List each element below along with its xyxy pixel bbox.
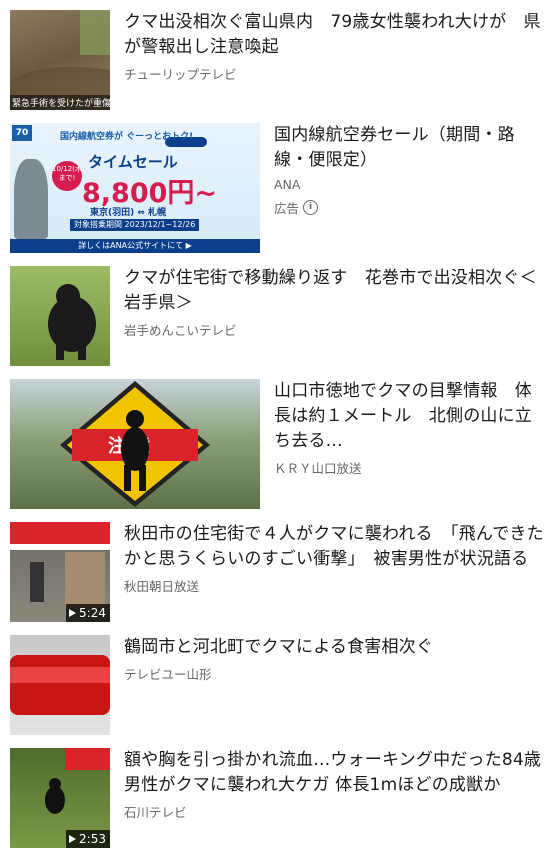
news-source: 岩手めんこいテレビ [124, 323, 237, 338]
info-icon[interactable]: i [303, 200, 319, 215]
video-duration: 2:53 [66, 830, 110, 848]
video-thumbnail[interactable]: 5:24 [10, 522, 110, 622]
ad-date-badge: 10/12(木)まで! [52, 161, 85, 191]
news-source: 石川テレビ [124, 805, 187, 820]
news-title[interactable]: 山口市徳地でクマの目撃情報 体長は約１メートル 北側の山に立ち去る… [274, 379, 548, 454]
ad-title[interactable]: 国内線航空券セール（期間・路線・便限定） [274, 123, 548, 173]
news-title[interactable]: 鶴岡市と河北町でクマによる食害相次ぐ [124, 635, 548, 660]
play-icon [69, 835, 77, 843]
ad-route: 東京(羽田) ⇔ 札幌 [90, 208, 167, 218]
news-title[interactable]: 秋田市の住宅街で４人がクマに襲われる 「飛んできたかと思うくらいのすごい衝撃」 … [124, 522, 548, 572]
ad-sale-label: タイムセール [88, 153, 178, 171]
news-title[interactable]: 額や胸を引っ掛かれ流血…ウォーキング中だった84歳男性がクマに襲われ大ケガ 体長… [124, 748, 548, 798]
news-thumbnail [10, 635, 110, 735]
news-source: チューリップテレビ [124, 67, 237, 82]
ad-source: ANA [274, 177, 301, 192]
ad-item[interactable]: 70 国内線航空券が ぐーっとおトク! 10/12(木)まで! タイムセール 8… [10, 123, 548, 253]
statue-image [14, 159, 48, 239]
news-thumbnail [10, 266, 110, 366]
news-source: 秋田朝日放送 [124, 579, 200, 594]
ad-headline: 国内線航空券が ぐーっとおトク! [60, 132, 194, 142]
news-source: ＫＲＹ山口放送 [274, 461, 362, 476]
news-item[interactable]: 5:24 秋田市の住宅街で４人がクマに襲われる 「飛んできたかと思うくらいのすご… [10, 522, 548, 622]
ad-period: 対象搭乗期間 2023/12/1~12/26 [70, 219, 200, 231]
play-icon [69, 609, 77, 617]
anniversary-badge: 70 [12, 125, 32, 141]
news-item[interactable]: 緊急手術を受けたが重傷 クマ出没相次ぐ富山県内 79歳女性襲われ大けが 県が警報… [10, 10, 548, 110]
news-title[interactable]: クマ出没相次ぐ富山県内 79歳女性襲われ大けが 県が警報出し注意喚起 [124, 10, 548, 60]
video-thumbnail[interactable]: 2:53 [10, 748, 110, 848]
news-source: テレビユー山形 [124, 667, 212, 682]
ad-banner[interactable]: 70 国内線航空券が ぐーっとおトク! 10/12(木)まで! タイムセール 8… [10, 123, 260, 253]
news-item[interactable]: クマが住宅街で移動繰り返す 花巻市で出没相次ぐ＜岩手県＞ 岩手めんこいテレビ [10, 266, 548, 366]
ad-cta[interactable]: 詳しくはANA公式サイトにて ▶ [10, 239, 260, 253]
bear-image [48, 284, 96, 360]
police-light-image [10, 655, 110, 715]
news-thumbnail: 緊急手術を受けたが重傷 [10, 10, 110, 110]
ad-label: 広告 [274, 201, 300, 216]
news-item[interactable]: 鶴岡市と河北町でクマによる食害相次ぐ テレビユー山形 [10, 635, 548, 735]
video-duration: 5:24 [66, 604, 110, 622]
news-item[interactable]: 注 意 山口市徳地でクマの目撃情報 体長は約１メートル 北側の山に立ち去る… Ｋ… [10, 379, 548, 509]
bear-warning-sign-image: 注 意 [60, 381, 210, 507]
news-title[interactable]: クマが住宅街で移動繰り返す 花巻市で出没相次ぐ＜岩手県＞ [124, 266, 548, 316]
thumbnail-caption: 緊急手術を受けたが重傷 [10, 95, 110, 110]
news-item[interactable]: 2:53 額や胸を引っ掛かれ流血…ウォーキング中だった84歳男性がクマに襲われ大… [10, 748, 548, 848]
news-thumbnail: 注 意 [10, 379, 260, 509]
